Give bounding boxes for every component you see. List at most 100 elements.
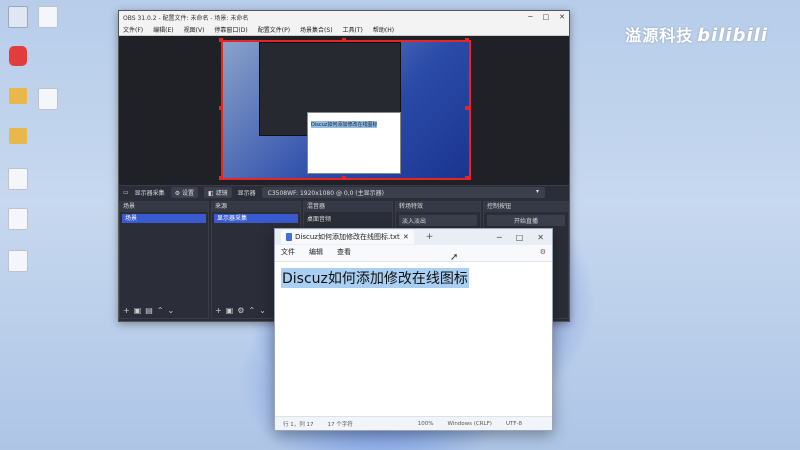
bilibili-logo: bilibili <box>697 25 768 46</box>
display-select[interactable]: C3508WF: 1920x1080 @ 0,0 (主显示器) ▾ <box>261 187 545 198</box>
display-label: 显示器 <box>237 190 256 197</box>
chevron-down-icon: ▾ <box>535 188 539 195</box>
desktop-icon-file[interactable] <box>34 6 62 30</box>
maximize-icon[interactable]: □ <box>543 13 550 21</box>
scenes-dock-controls: + ▣ ▤ ⌃ ⌄ <box>123 306 174 315</box>
selected-text[interactable]: Discuz如何添加修改在线图标 <box>281 268 469 288</box>
file-icon <box>38 6 58 28</box>
start-streaming-button[interactable]: 开始直播 <box>487 215 565 226</box>
menu-edit[interactable]: 编辑(E) <box>153 25 173 34</box>
arrow-down-icon[interactable]: ⌄ <box>168 306 175 315</box>
menu-help[interactable]: 帮助(H) <box>373 25 394 34</box>
resize-handle[interactable] <box>219 38 223 42</box>
menu-view[interactable]: 视图(V) <box>184 25 205 34</box>
notepad-menu-file[interactable]: 文件 <box>281 247 295 257</box>
new-tab-button[interactable]: + <box>426 232 434 242</box>
resize-handle[interactable] <box>465 176 469 180</box>
tab-close-icon[interactable]: ✕ <box>403 233 409 241</box>
channel-watermark: 溢源科技 bilibili <box>625 22 768 46</box>
menu-scene-collection[interactable]: 场景集合(S) <box>300 25 333 34</box>
desktop-icon-recycle-bin[interactable] <box>4 6 32 30</box>
desktop-icon-file[interactable] <box>34 88 62 112</box>
source-toolbar: ▭ 显示器采集 ⚙ 设置 ◧ 滤镜 显示器 C3508WF: 1920x1080… <box>119 185 569 199</box>
notepad-statusbar: 行 1，列 17 17 个字符 100% Windows (CRLF) UTF-… <box>275 416 552 430</box>
file-icon <box>8 168 28 190</box>
transition-select[interactable]: 淡入淡出 <box>399 215 477 226</box>
desktop-icon-folder[interactable] <box>4 128 32 146</box>
resize-handle[interactable] <box>465 38 469 42</box>
dock-title: 转场特效 <box>396 202 480 212</box>
sources-dock-controls: + ▣ ⚙ ⌃ ⌄ <box>215 306 266 315</box>
notepad-editor[interactable]: Discuz如何添加修改在线图标 <box>275 261 552 417</box>
minimize-icon[interactable]: ─ <box>497 233 502 242</box>
selected-source-name: 显示器采集 <box>134 190 165 197</box>
encoding: UTF-8 <box>505 420 522 427</box>
folder-icon <box>9 128 27 144</box>
notepad-menubar: 文件 编辑 查看 ⚙ <box>275 245 552 259</box>
resize-handle[interactable] <box>342 176 346 180</box>
notepad-tab[interactable]: Discuz如何添加修改在线图标.txt ✕ <box>281 230 414 244</box>
menu-docks[interactable]: 停靠窗口(D) <box>214 25 247 34</box>
resize-handle[interactable] <box>219 176 223 180</box>
obs-menubar: 文件(F) 编辑(E) 视图(V) 停靠窗口(D) 配置文件(P) 场景集合(S… <box>119 23 569 36</box>
filter-icon: ◧ <box>208 190 214 197</box>
file-icon <box>38 88 58 110</box>
desktop-icon-file[interactable] <box>4 168 32 192</box>
resize-handle[interactable] <box>465 106 469 110</box>
obs-title: OBS 31.0.2 - 配置文件: 未命名 - 场景: 未命名 <box>123 14 249 22</box>
resize-handle[interactable] <box>342 38 346 42</box>
preview-source-bounds[interactable]: Discuz如何添加修改在线图标 <box>221 40 471 180</box>
settings-icon[interactable]: ▤ <box>145 306 153 315</box>
scenes-dock: 场景 场景 + ▣ ▤ ⌃ ⌄ <box>119 201 209 319</box>
arrow-up-icon[interactable]: ⌃ <box>157 306 164 315</box>
trash-icon[interactable]: ▣ <box>226 306 234 315</box>
menu-profile[interactable]: 配置文件(P) <box>258 25 290 34</box>
menu-file[interactable]: 文件(F) <box>123 25 143 34</box>
settings-gear-icon[interactable]: ⚙ <box>540 248 546 256</box>
cursor-position: 行 1，列 17 <box>283 421 314 428</box>
line-ending: Windows (CRLF) <box>447 420 492 427</box>
close-icon[interactable]: ✕ <box>559 13 565 21</box>
close-icon[interactable]: ✕ <box>537 233 544 242</box>
notepad-menu-edit[interactable]: 编辑 <box>309 247 323 257</box>
resize-handle[interactable] <box>219 106 223 110</box>
recycle-bin-icon <box>8 6 28 28</box>
file-icon <box>8 250 28 272</box>
dock-title: 来源 <box>212 202 300 212</box>
dock-title: 控制按钮 <box>484 202 568 212</box>
preview-nested-text: Discuz如何添加修改在线图标 <box>311 121 378 128</box>
desktop-icon-app[interactable] <box>4 46 32 68</box>
notepad-window: Discuz如何添加修改在线图标.txt ✕ + ─ □ ✕ 文件 编辑 查看 … <box>274 228 553 431</box>
source-settings-button[interactable]: ⚙ 设置 <box>170 187 199 198</box>
source-filters-button[interactable]: ◧ 滤镜 <box>204 187 232 198</box>
source-item[interactable]: 显示器采集 <box>214 214 298 223</box>
notepad-window-controls: ─ □ ✕ <box>497 233 552 242</box>
watermark-text: 溢源科技 <box>625 26 694 45</box>
trash-icon[interactable]: ▣ <box>134 306 142 315</box>
notepad-tab-title: Discuz如何添加修改在线图标.txt <box>295 233 400 241</box>
notepad-titlebar: Discuz如何添加修改在线图标.txt ✕ + ─ □ ✕ <box>275 229 552 245</box>
minimize-icon[interactable]: ─ <box>528 13 532 21</box>
arrow-up-icon[interactable]: ⌃ <box>248 306 255 315</box>
char-count: 17 个字符 <box>327 421 353 428</box>
add-icon[interactable]: + <box>215 306 222 315</box>
obs-preview[interactable]: Discuz如何添加修改在线图标 <box>119 36 569 191</box>
add-icon[interactable]: + <box>123 306 130 315</box>
arrow-down-icon[interactable]: ⌄ <box>259 306 266 315</box>
desktop-icon-file[interactable] <box>4 208 32 232</box>
menu-tools[interactable]: 工具(T) <box>343 25 363 34</box>
gear-icon[interactable]: ⚙ <box>237 306 244 315</box>
gear-icon: ⚙ <box>174 190 181 197</box>
maximize-icon[interactable]: □ <box>516 233 524 242</box>
notepad-menu-view[interactable]: 查看 <box>337 247 351 257</box>
dock-title: 场景 <box>120 202 208 212</box>
notepad-doc-icon <box>286 233 292 241</box>
file-icon <box>8 208 28 230</box>
desktop-icon-folder[interactable] <box>4 88 32 106</box>
desktop-icon-file[interactable] <box>4 250 32 274</box>
netease-music-icon <box>9 46 27 66</box>
obs-titlebar: OBS 31.0.2 - 配置文件: 未命名 - 场景: 未命名 ─ □ ✕ <box>119 11 569 23</box>
preview-nested-notepad: Discuz如何添加修改在线图标 <box>307 112 401 174</box>
dock-title: 混音器 <box>304 202 392 212</box>
scene-item[interactable]: 场景 <box>122 214 206 223</box>
